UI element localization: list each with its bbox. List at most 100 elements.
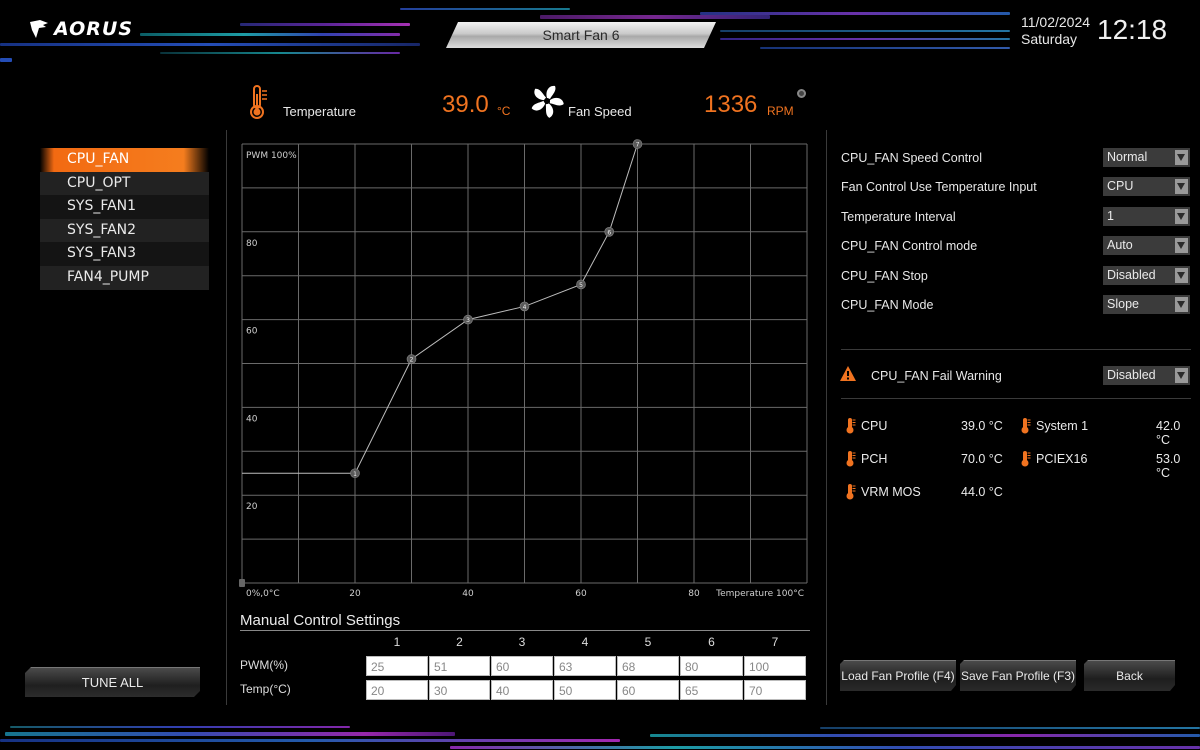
fan-item-sys-fan2[interactable]: SYS_FAN2 bbox=[40, 218, 209, 243]
column-header: 6 bbox=[708, 635, 715, 649]
curve-point-1[interactable]: 1 bbox=[350, 468, 360, 479]
pwm-input[interactable]: 51 bbox=[429, 656, 490, 676]
temp-input[interactable]: 20 bbox=[366, 680, 428, 700]
temp-input[interactable]: 30 bbox=[429, 680, 490, 700]
x-tick-label: 80 bbox=[688, 589, 700, 599]
y-tick-label: 40 bbox=[246, 414, 258, 424]
curve-point-label: 5 bbox=[579, 282, 583, 289]
column-header: 7 bbox=[771, 635, 779, 649]
chevron-down-icon bbox=[1175, 297, 1188, 312]
curve-point-label: 4 bbox=[523, 304, 527, 311]
curve-point-6[interactable]: 6 bbox=[604, 227, 615, 237]
section-divider bbox=[841, 349, 1191, 350]
fail-warning-label: CPU_FAN Fail Warning bbox=[871, 369, 1002, 383]
temp-input[interactable]: 40 bbox=[491, 680, 553, 700]
setting-select[interactable]: 1 bbox=[1103, 206, 1190, 226]
sensor-value: 42.0 °C bbox=[1156, 419, 1181, 447]
chevron-down-icon bbox=[1175, 150, 1188, 165]
sensor-name: VRM MOS bbox=[861, 485, 921, 499]
fail-warning-select[interactable]: Disabled bbox=[1103, 366, 1190, 385]
setting-select[interactable]: Slope bbox=[1103, 295, 1190, 314]
chevron-down-icon bbox=[1175, 368, 1188, 383]
sensor-name: PCIEX16 bbox=[1036, 452, 1088, 466]
status-bar: Temperature 39.0 °C Fan Speed 1336 RPM bbox=[0, 82, 1200, 122]
setting-row: Temperature Interval 1 bbox=[841, 206, 1191, 229]
section-divider bbox=[841, 398, 1191, 399]
gear-icon[interactable] bbox=[797, 89, 806, 98]
curve-point-label: 7 bbox=[636, 142, 640, 149]
tune-all-button[interactable]: TUNE ALL bbox=[25, 667, 200, 697]
setting-value: CPU bbox=[1107, 179, 1134, 194]
thermometer-icon bbox=[846, 451, 856, 467]
temp-input[interactable]: 50 bbox=[554, 680, 616, 700]
save-fan-profile-button[interactable]: Save Fan Profile (F3) bbox=[960, 660, 1076, 691]
fan-speed-value: 1336 bbox=[704, 91, 758, 118]
temp-input[interactable]: 60 bbox=[617, 680, 679, 700]
sensor-reading: VRM MOS 44.0 °C bbox=[846, 483, 1016, 501]
setting-select[interactable]: Auto bbox=[1103, 236, 1190, 256]
thermometer-icon bbox=[846, 418, 856, 434]
sensor-name: System 1 bbox=[1036, 419, 1089, 433]
column-header: 1 bbox=[393, 635, 401, 649]
fan-header-list: CPU_FAN CPU_OPT SYS_FAN1 SYS_FAN2 SYS_FA… bbox=[40, 148, 209, 290]
pwm-input[interactable]: 80 bbox=[680, 656, 743, 676]
sensor-reading: PCIEX16 53.0 °C bbox=[1021, 450, 1191, 480]
y-tick-label: 20 bbox=[246, 502, 258, 512]
x-tick-label: 60 bbox=[575, 589, 587, 599]
page-title-bar: Smart Fan 6 bbox=[446, 22, 716, 48]
date-block: 11/02/2024 Saturday bbox=[1021, 14, 1090, 48]
back-button[interactable]: Back bbox=[1084, 660, 1175, 691]
thermometer-icon bbox=[1021, 451, 1031, 467]
setting-select[interactable]: CPU bbox=[1103, 177, 1190, 197]
curve-point-label: 1 bbox=[353, 471, 357, 478]
eagle-icon bbox=[30, 20, 48, 38]
setting-label: Fan Control Use Temperature Input bbox=[841, 180, 1037, 195]
sensor-value: 70.0 °C bbox=[961, 452, 1003, 466]
pwm-input[interactable]: 100 bbox=[744, 656, 806, 676]
setting-label: CPU_FAN Control mode bbox=[841, 239, 978, 254]
aorus-logo: AORUS bbox=[28, 18, 133, 40]
setting-label: CPU_FAN Speed Control bbox=[841, 151, 983, 165]
x-tick-label: 20 bbox=[349, 589, 361, 599]
thermometer-icon bbox=[1021, 418, 1031, 434]
setting-value: Auto bbox=[1107, 238, 1133, 253]
pwm-input[interactable]: 60 bbox=[491, 656, 553, 676]
fan-item-fan4-pump[interactable]: FAN4_PUMP bbox=[40, 265, 209, 290]
curve-point-label: 6 bbox=[607, 229, 611, 236]
manual-settings-title: Manual Control Settings bbox=[240, 612, 401, 629]
fail-warning-row: CPU_FAN Fail Warning Disabled bbox=[841, 366, 1191, 388]
sensor-reading: System 1 42.0 °C bbox=[1021, 417, 1191, 447]
curve-point-4[interactable]: 4 bbox=[519, 301, 530, 312]
footer-decoration bbox=[0, 720, 1200, 750]
pwm-input[interactable]: 68 bbox=[617, 656, 679, 676]
fan-item-sys-fan3[interactable]: SYS_FAN3 bbox=[40, 242, 209, 266]
curve-point-7[interactable]: 7 bbox=[632, 139, 643, 149]
chevron-down-icon bbox=[1175, 208, 1188, 224]
y-axis-title: PWM 100% bbox=[246, 151, 297, 161]
pwm-input[interactable]: 63 bbox=[554, 656, 616, 676]
right-divider bbox=[826, 130, 827, 705]
temp-input[interactable]: 65 bbox=[680, 680, 743, 700]
x-tick-label: 40 bbox=[462, 589, 474, 599]
setting-label: Temperature Interval bbox=[841, 209, 956, 224]
curve-point-3[interactable]: 3 bbox=[463, 314, 473, 325]
fan-curve-line bbox=[242, 143, 638, 474]
setting-select[interactable]: Disabled bbox=[1103, 265, 1190, 285]
setting-value: 1 bbox=[1107, 208, 1114, 223]
curve-point-2[interactable]: 2 bbox=[406, 354, 417, 364]
curve-point-5[interactable]: 5 bbox=[576, 279, 586, 290]
fan-item-cpu-opt[interactable]: CPU_OPT bbox=[40, 171, 209, 196]
fan-item-cpu-fan[interactable]: CPU_FAN bbox=[40, 148, 209, 172]
setting-value: Slope bbox=[1107, 297, 1139, 311]
temp-input[interactable]: 70 bbox=[744, 680, 806, 700]
logo-text: AORUS bbox=[54, 18, 134, 40]
sensor-value: 53.0 °C bbox=[1156, 452, 1181, 480]
chevron-down-icon bbox=[1175, 267, 1188, 283]
manual-settings-divider bbox=[240, 630, 810, 631]
page-title: Smart Fan 6 bbox=[542, 27, 620, 43]
column-header: 5 bbox=[644, 635, 652, 649]
setting-select[interactable]: Normal bbox=[1103, 148, 1190, 167]
fan-item-sys-fan1[interactable]: SYS_FAN1 bbox=[40, 195, 209, 219]
load-fan-profile-button[interactable]: Load Fan Profile (F4) bbox=[840, 660, 956, 691]
pwm-input[interactable]: 25 bbox=[366, 656, 428, 676]
